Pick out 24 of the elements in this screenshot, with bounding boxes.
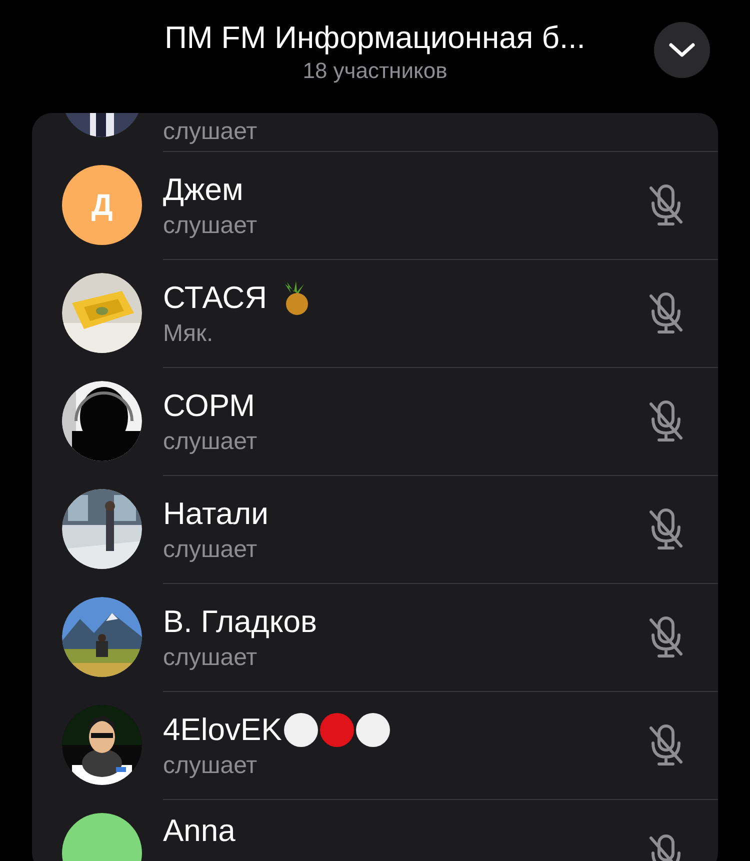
muted-microphone-icon[interactable] <box>648 507 684 551</box>
participant-status: слушает <box>163 210 258 240</box>
participant-name: Натали <box>163 494 268 532</box>
participant-count: 18 участников <box>302 58 448 84</box>
chevron-down-icon <box>668 42 696 58</box>
participant-status: слушает <box>163 642 258 672</box>
window-title: ПМ FM Информационная б... <box>164 19 586 57</box>
avatar: Д <box>62 165 142 245</box>
participant-name: В. Гладков <box>163 602 317 640</box>
participant-status: слушает <box>163 117 258 147</box>
muted-microphone-icon[interactable] <box>648 183 684 227</box>
participant-name: СОРМ <box>163 386 255 424</box>
participant-name: СТАСЯ <box>163 278 268 316</box>
participant-name: Anna <box>163 812 236 850</box>
participant-name: Джем <box>163 170 244 208</box>
muted-microphone-icon[interactable] <box>648 615 684 659</box>
muted-microphone-icon[interactable] <box>648 399 684 443</box>
participant-status: слушает <box>163 750 258 780</box>
participant-name: 4ElovEK <box>163 710 282 748</box>
participant-status: Мяк. <box>163 318 214 348</box>
participant-status: слушает <box>163 426 258 456</box>
participant-status: слушает <box>163 534 258 564</box>
muted-microphone-icon[interactable] <box>648 723 684 767</box>
muted-microphone-icon[interactable] <box>648 291 684 335</box>
